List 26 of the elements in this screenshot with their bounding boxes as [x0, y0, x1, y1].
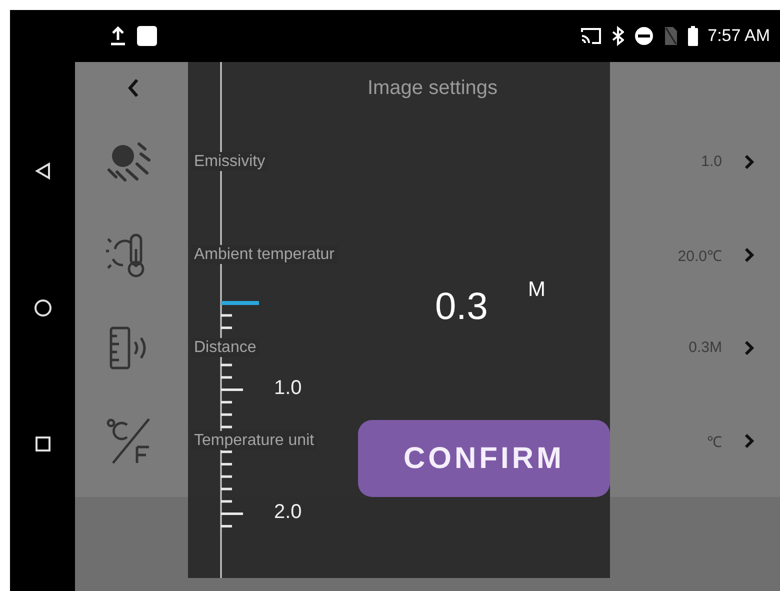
chevron-right-icon: [744, 432, 754, 448]
home-icon[interactable]: [34, 298, 52, 316]
upload-icon: [110, 26, 126, 46]
bluetooth-icon: [612, 26, 624, 46]
clock-time: 7:57 AM: [708, 26, 770, 46]
recents-icon[interactable]: [34, 436, 50, 452]
sim-icon: [664, 26, 678, 46]
back-chevron-icon[interactable]: [127, 78, 139, 98]
page-title: Image settings: [367, 77, 498, 100]
notification-icon: [136, 25, 158, 47]
setting-value: ℃: [707, 432, 722, 450]
distance-value: 0.3: [435, 286, 488, 329]
do-not-disturb-icon: [634, 26, 654, 46]
back-icon[interactable]: [34, 162, 50, 180]
setting-value: 20.0℃: [678, 246, 722, 264]
scale-label: 1.0: [274, 377, 302, 400]
unit-label: M: [528, 278, 546, 302]
setting-value: 1.0: [701, 153, 722, 170]
scale-label: 2.0: [274, 501, 302, 524]
chevron-right-icon: [744, 246, 754, 262]
chevron-right-icon: [744, 154, 754, 170]
cast-icon: [580, 27, 602, 45]
confirm-button[interactable]: CONFIRM: [358, 420, 610, 497]
battery-icon: [688, 26, 698, 46]
chevron-right-icon: [744, 340, 754, 356]
setting-value: 0.3M: [688, 339, 722, 356]
